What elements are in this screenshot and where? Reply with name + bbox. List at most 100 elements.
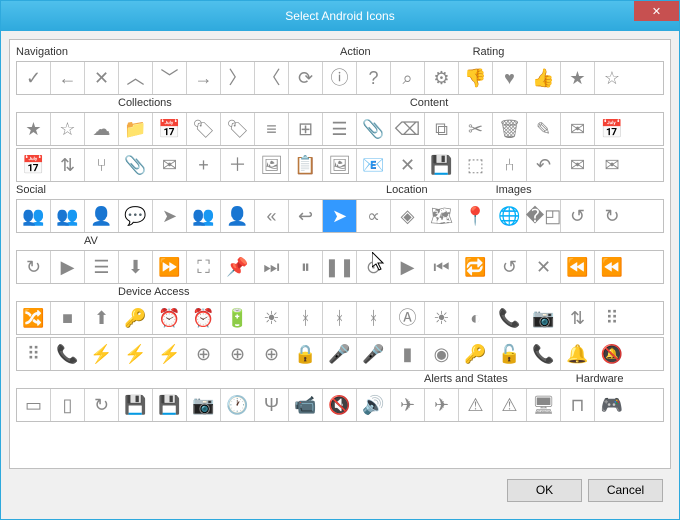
content-event2-icon[interactable]: 📅 (17, 149, 51, 181)
av-rotate-icon[interactable]: ↻ (17, 251, 51, 283)
content-copy-icon[interactable]: ⧉ (425, 113, 459, 145)
collections-go-today-icon[interactable]: 📅 (153, 113, 187, 145)
content-unread-icon[interactable]: ✉ (561, 149, 595, 181)
rating-bad-icon[interactable]: 👎 (459, 62, 493, 94)
device-battery-icon[interactable]: 🔋 (221, 302, 255, 334)
collections-view-grid-icon[interactable]: ⊞ (289, 113, 323, 145)
device-flash-off-icon[interactable]: ⚡ (119, 338, 153, 370)
device-screen-lock-icon[interactable]: ▭ (17, 389, 51, 421)
device-time-icon[interactable]: 🕐 (221, 389, 255, 421)
device-dialpad-icon[interactable]: ⠿ (17, 338, 51, 370)
hw-gamepad-icon[interactable]: 🎮 (595, 389, 629, 421)
icon-grid-panel[interactable]: NavigationActionRating✓←✕︿﹀→〉〈⟳ⓘ?⌕⚙👎♥👍★☆… (9, 39, 671, 469)
social-cc-icon[interactable]: 💬 (119, 200, 153, 232)
content-attachment-icon[interactable]: 📎 (357, 113, 391, 145)
device-bt-search-icon[interactable]: ᚼ (357, 302, 391, 334)
device-bright-med-icon[interactable]: ◐ (459, 302, 493, 334)
av-rewind2-icon[interactable]: ⏪ (595, 251, 629, 283)
device-mic-icon[interactable]: 🎤 (323, 338, 357, 370)
location-web-icon[interactable]: 🌐 (493, 200, 527, 232)
content-email-icon[interactable]: ✉ (561, 113, 595, 145)
nav-forward-icon[interactable]: → (187, 62, 221, 94)
collections-new-label-icon[interactable]: 🏷 (221, 113, 255, 145)
content-edit-icon[interactable]: ✎ (527, 113, 561, 145)
alerts-warning-icon[interactable]: ⚠ (493, 389, 527, 421)
device-bright-low-icon[interactable]: ☀ (255, 302, 289, 334)
rating-half-icon[interactable]: ☆ (595, 62, 629, 94)
content-cut-icon[interactable]: ✂ (459, 113, 493, 145)
device-cell-icon[interactable]: ▮ (391, 338, 425, 370)
content-import-export-icon[interactable]: ⇅ (51, 149, 85, 181)
device-ring-icon[interactable]: 🔔 (561, 338, 595, 370)
content-discard-icon[interactable]: 🗑 (493, 113, 527, 145)
device-secure-icon[interactable]: 🔒 (289, 338, 323, 370)
content-save-icon[interactable]: 💾 (425, 149, 459, 181)
content-picture-icon[interactable]: 🖼 (255, 149, 289, 181)
content-remove-icon[interactable]: ✕ (391, 149, 425, 181)
device-camera2-icon[interactable]: 📷 (187, 389, 221, 421)
device-dial-icon[interactable]: ⠿ (595, 302, 629, 334)
nav-next-icon[interactable]: 〉 (221, 62, 255, 94)
hw-computer-icon[interactable]: 🖥 (527, 389, 561, 421)
device-storage-icon[interactable]: 💾 (153, 389, 187, 421)
action-help-icon[interactable]: ? (357, 62, 391, 94)
social-share-icon[interactable]: ∝ (357, 200, 391, 232)
rating-good-icon[interactable]: 👍 (527, 62, 561, 94)
images-rotate-left-icon[interactable]: ↺ (561, 200, 595, 232)
social-forward-icon[interactable]: ➤ (153, 200, 187, 232)
device-flash-auto-icon[interactable]: ⚡ (85, 338, 119, 370)
av-queue-icon[interactable]: ☰ (85, 251, 119, 283)
images-crop-icon[interactable]: �◰ (527, 200, 561, 232)
av-pause-icon[interactable]: ❚❚ (323, 251, 357, 283)
device-bt-connected-icon[interactable]: ᚼ (289, 302, 323, 334)
rating-favorite-icon[interactable]: ♥ (493, 62, 527, 94)
alerts-airplane-on-icon[interactable]: ✈ (425, 389, 459, 421)
content-merge-icon[interactable]: ⑂ (85, 149, 119, 181)
device-screen-port-icon[interactable]: ▯ (51, 389, 85, 421)
av-play-circle-icon[interactable]: ⊙ (357, 251, 391, 283)
device-video-icon[interactable]: 📹 (289, 389, 323, 421)
collections-view-list-icon[interactable]: ☰ (323, 113, 357, 145)
av-return-fs-icon[interactable]: ✕ (527, 251, 561, 283)
collections-collection-icon[interactable]: 📁 (119, 113, 153, 145)
device-screen-rot-icon[interactable]: ↻ (85, 389, 119, 421)
device-not-secure-icon[interactable]: 🔓 (493, 338, 527, 370)
nav-expand-icon[interactable]: ﹀ (153, 62, 187, 94)
device-wifi-icon[interactable]: ◉ (425, 338, 459, 370)
social-reply-icon[interactable]: ↩ (289, 200, 323, 232)
action-search-icon[interactable]: ⌕ (391, 62, 425, 94)
device-data-icon[interactable]: ⇅ (561, 302, 595, 334)
device-sd-icon[interactable]: 💾 (119, 389, 153, 421)
nav-cancel-icon[interactable]: ✕ (85, 62, 119, 94)
location-map-icon[interactable]: 🗺 (425, 200, 459, 232)
av-available-icon[interactable]: 📌 (221, 251, 255, 283)
social-group-icon[interactable]: 👥 (17, 200, 51, 232)
social-reply-all-icon[interactable]: « (255, 200, 289, 232)
nav-back-icon[interactable]: ← (51, 62, 85, 94)
av-ff-icon[interactable]: ⏩ (153, 251, 187, 283)
images-rotate-right-icon[interactable]: ↻ (595, 200, 629, 232)
device-volume-icon[interactable]: 🔇 (323, 389, 357, 421)
nav-previous-icon[interactable]: 〈 (255, 62, 289, 94)
content-paste-icon[interactable]: 📋 (289, 149, 323, 181)
device-bright-auto-icon[interactable]: Ⓐ (391, 302, 425, 334)
alerts-airplane-off-icon[interactable]: ✈ (391, 389, 425, 421)
social-add-group-icon[interactable]: 👥 (51, 200, 85, 232)
social-group2-icon[interactable]: 👥 (187, 200, 221, 232)
device-call2-icon[interactable]: 📞 (527, 338, 561, 370)
content-split-icon[interactable]: ⑃ (493, 149, 527, 181)
device-end-call-icon[interactable]: 📞 (51, 338, 85, 370)
device-gps-off-icon[interactable]: ⊕ (221, 338, 255, 370)
av-previous-icon[interactable]: ⏮ (425, 251, 459, 283)
device-ring-silent-icon[interactable]: 🔕 (595, 338, 629, 370)
location-place-icon[interactable]: 📍 (459, 200, 493, 232)
collections-sort-icon[interactable]: ≡ (255, 113, 289, 145)
device-key-icon[interactable]: 🔑 (119, 302, 153, 334)
nav-refresh-icon[interactable]: ⟳ (289, 62, 323, 94)
content-undo-icon[interactable]: ↶ (527, 149, 561, 181)
content-attachment2-icon[interactable]: 📎 (119, 149, 153, 181)
collections-cloud-icon[interactable]: ☁ (85, 113, 119, 145)
content-event-icon[interactable]: 📅 (595, 113, 629, 145)
nav-collapse-icon[interactable]: ︿ (119, 62, 153, 94)
device-flash-on-icon[interactable]: ⚡ (153, 338, 187, 370)
